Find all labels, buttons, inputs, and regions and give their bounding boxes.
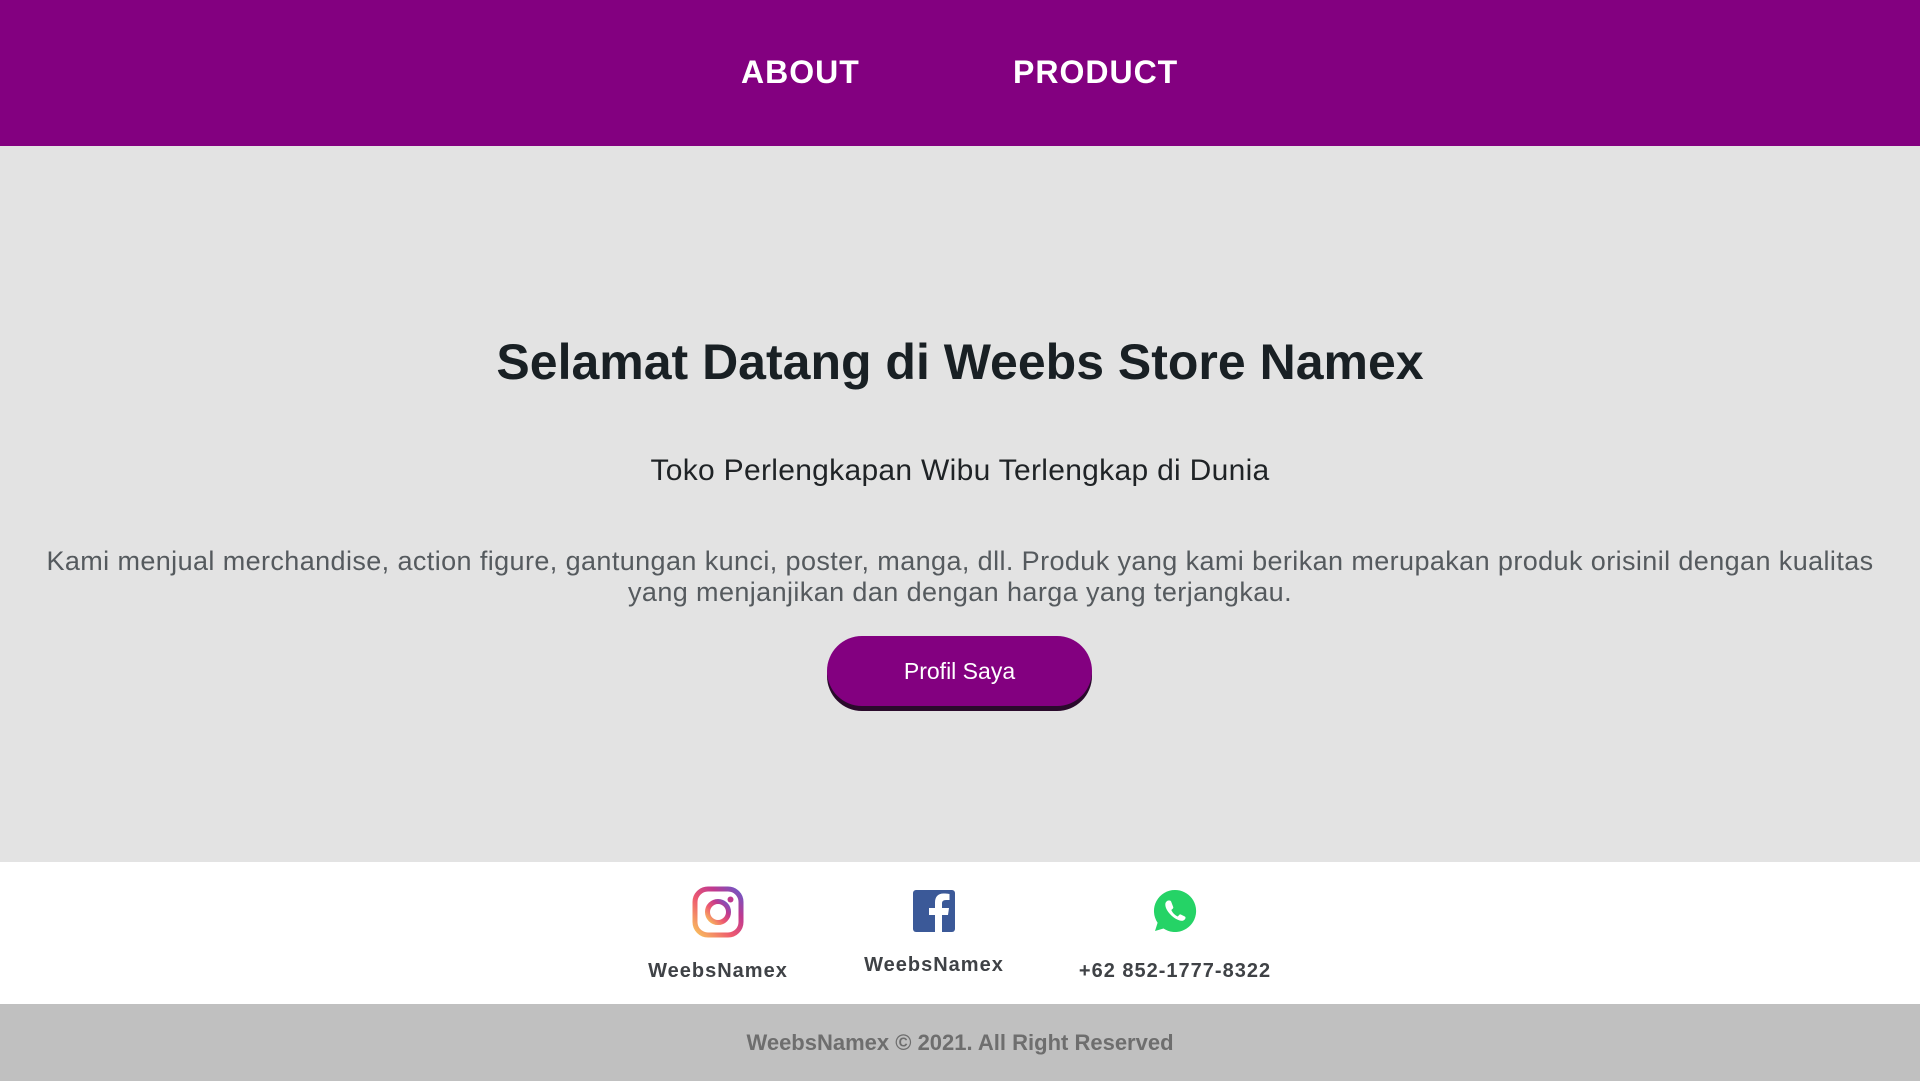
facebook-icon[interactable] <box>911 888 957 934</box>
nav-about-link[interactable]: ABOUT <box>741 53 860 91</box>
contact-whatsapp: +62 852-1777-8322 <box>1055 862 1295 1004</box>
hero-description: Kami menjual merchandise, action figure,… <box>46 546 1874 607</box>
facebook-handle: WeebsNamex <box>864 954 1004 976</box>
footer-copyright: WeebsNamex © 2021. All Right Reserved <box>746 1030 1174 1055</box>
whatsapp-icon[interactable] <box>1152 888 1198 934</box>
hero-section: Selamat Datang di Weebs Store Namex Toko… <box>0 146 1920 862</box>
nav-product-link[interactable]: PRODUCT <box>1013 53 1178 91</box>
profile-button[interactable]: Profil Saya <box>827 636 1092 706</box>
footer: WeebsNamex © 2021. All Right Reserved <box>0 1004 1920 1081</box>
contact-instagram: WeebsNamex <box>618 862 818 1004</box>
hero-title: Selamat Datang di Weebs Store Namex <box>496 334 1424 390</box>
contact-section: WeebsNamex WeebsNamex +62 852-1777-8322 <box>0 862 1920 1004</box>
instagram-handle: WeebsNamex <box>648 960 788 982</box>
hero-subtitle: Toko Perlengkapan Wibu Terlengkap di Dun… <box>650 454 1270 487</box>
contact-facebook: WeebsNamex <box>834 862 1034 1004</box>
whatsapp-number: +62 852-1777-8322 <box>1078 960 1272 982</box>
top-navbar: ABOUT PRODUCT <box>0 0 1920 146</box>
instagram-icon[interactable] <box>692 886 744 938</box>
